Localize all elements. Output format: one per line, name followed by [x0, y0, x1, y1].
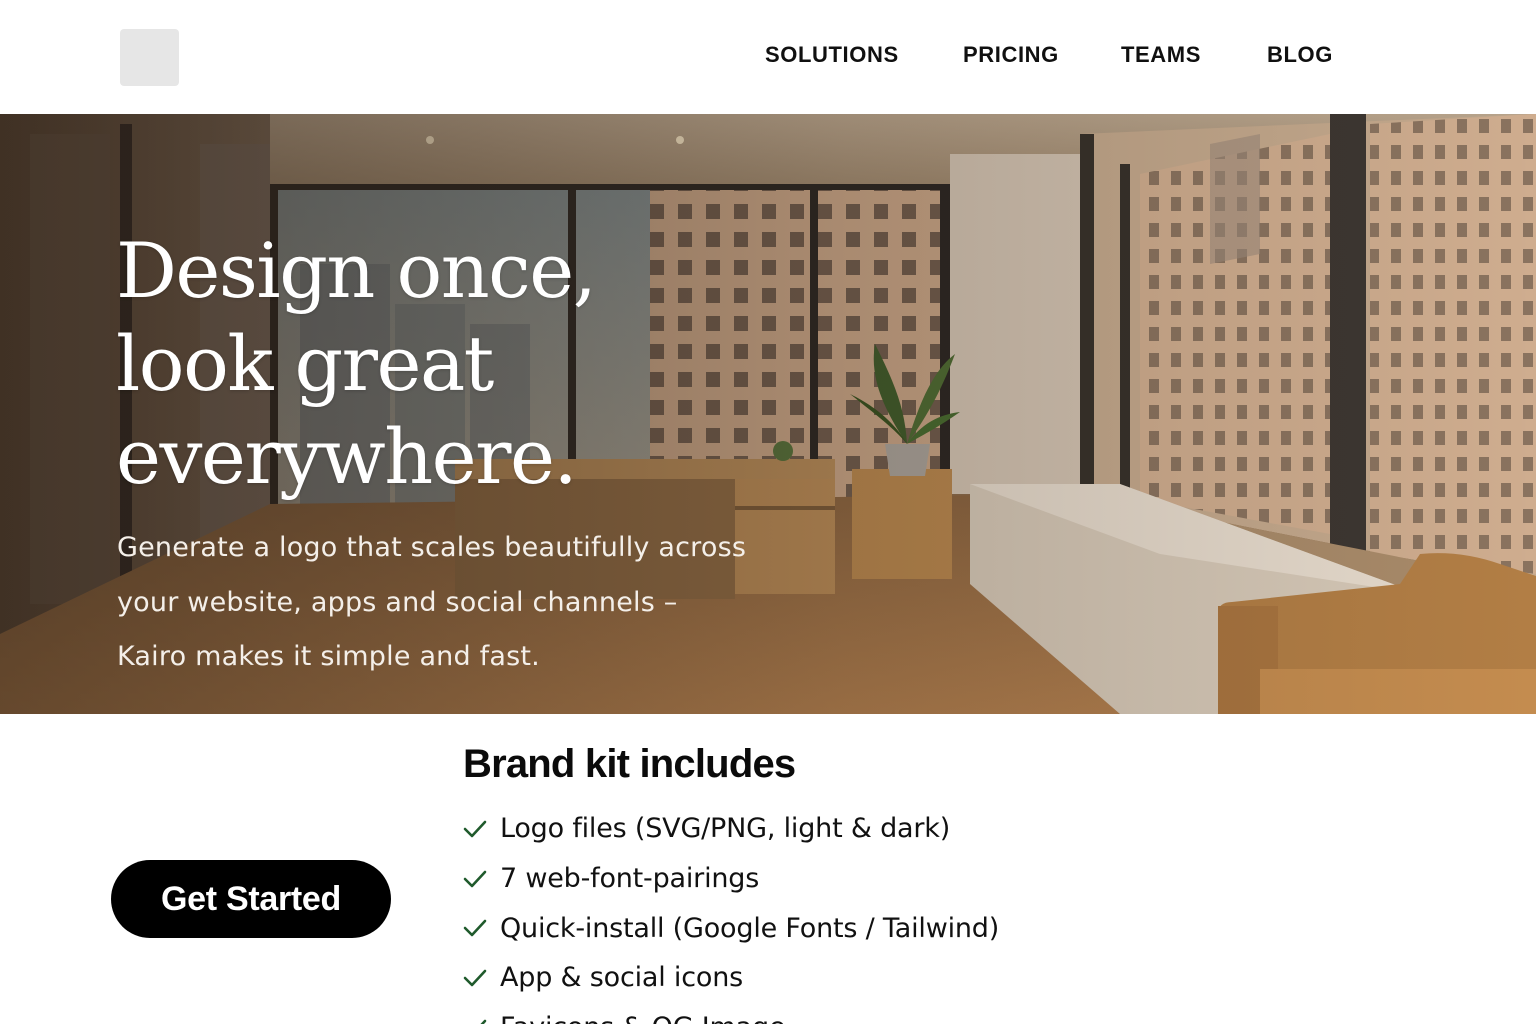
- logo-placeholder[interactable]: [120, 29, 179, 86]
- nav-solutions[interactable]: SOLUTIONS: [765, 42, 899, 68]
- hero-subtitle-line: Generate a logo that scales beautifully …: [117, 532, 747, 563]
- list-item-label: App & social icons: [500, 962, 743, 994]
- check-icon: [463, 969, 487, 987]
- hero-subtitle: Generate a logo that scales beautifully …: [117, 521, 817, 685]
- check-icon: [480, 1019, 487, 1024]
- check-icon: [463, 919, 487, 937]
- hero-title: Design once, look great everywhere.: [116, 224, 876, 503]
- list-item: Logo files (SVG/PNG, light & dark): [463, 804, 999, 854]
- brand-kit-title: Brand kit includes: [463, 742, 796, 786]
- nav-teams[interactable]: TEAMS: [1121, 42, 1201, 68]
- hero-subtitle-line: Kairo makes it simple and fast.: [117, 641, 540, 672]
- list-item-label: Logo files (SVG/PNG, light & dark): [500, 813, 951, 845]
- list-item: 7 web-font-pairings: [463, 854, 999, 904]
- check-icon: [463, 870, 487, 887]
- nav-pricing[interactable]: PRICING: [963, 42, 1059, 68]
- list-item-label: Favicons & OG Image: [500, 1012, 786, 1024]
- get-started-button[interactable]: Get Started: [111, 860, 391, 938]
- list-item-label: Quick-install (Google Fonts / Tailwind): [500, 912, 1000, 944]
- hero-section: Design once, look great everywhere. Gene…: [0, 114, 1536, 714]
- hero-title-line: look great: [116, 319, 494, 408]
- hero-title-line: everywhere.: [116, 412, 578, 501]
- hero-title-line: Design once,: [116, 226, 597, 315]
- list-item: Quick-install (Google Fonts / Tailwind): [463, 903, 999, 953]
- hero-subtitle-line: your website, apps and social channels –: [117, 586, 678, 618]
- check-icon: [463, 820, 487, 838]
- list-item: App & social icons: [463, 953, 999, 1003]
- list-item-label: 7 web-font-pairings: [500, 863, 760, 895]
- list-item: Favicons & OG Image: [463, 1003, 999, 1024]
- site-header: SOLUTIONS PRICING TEAMS BLOG: [0, 0, 1536, 114]
- nav-blog[interactable]: BLOG: [1267, 42, 1333, 68]
- brand-kit-list: Logo files (SVG/PNG, light & dark) 7 web…: [463, 804, 999, 1024]
